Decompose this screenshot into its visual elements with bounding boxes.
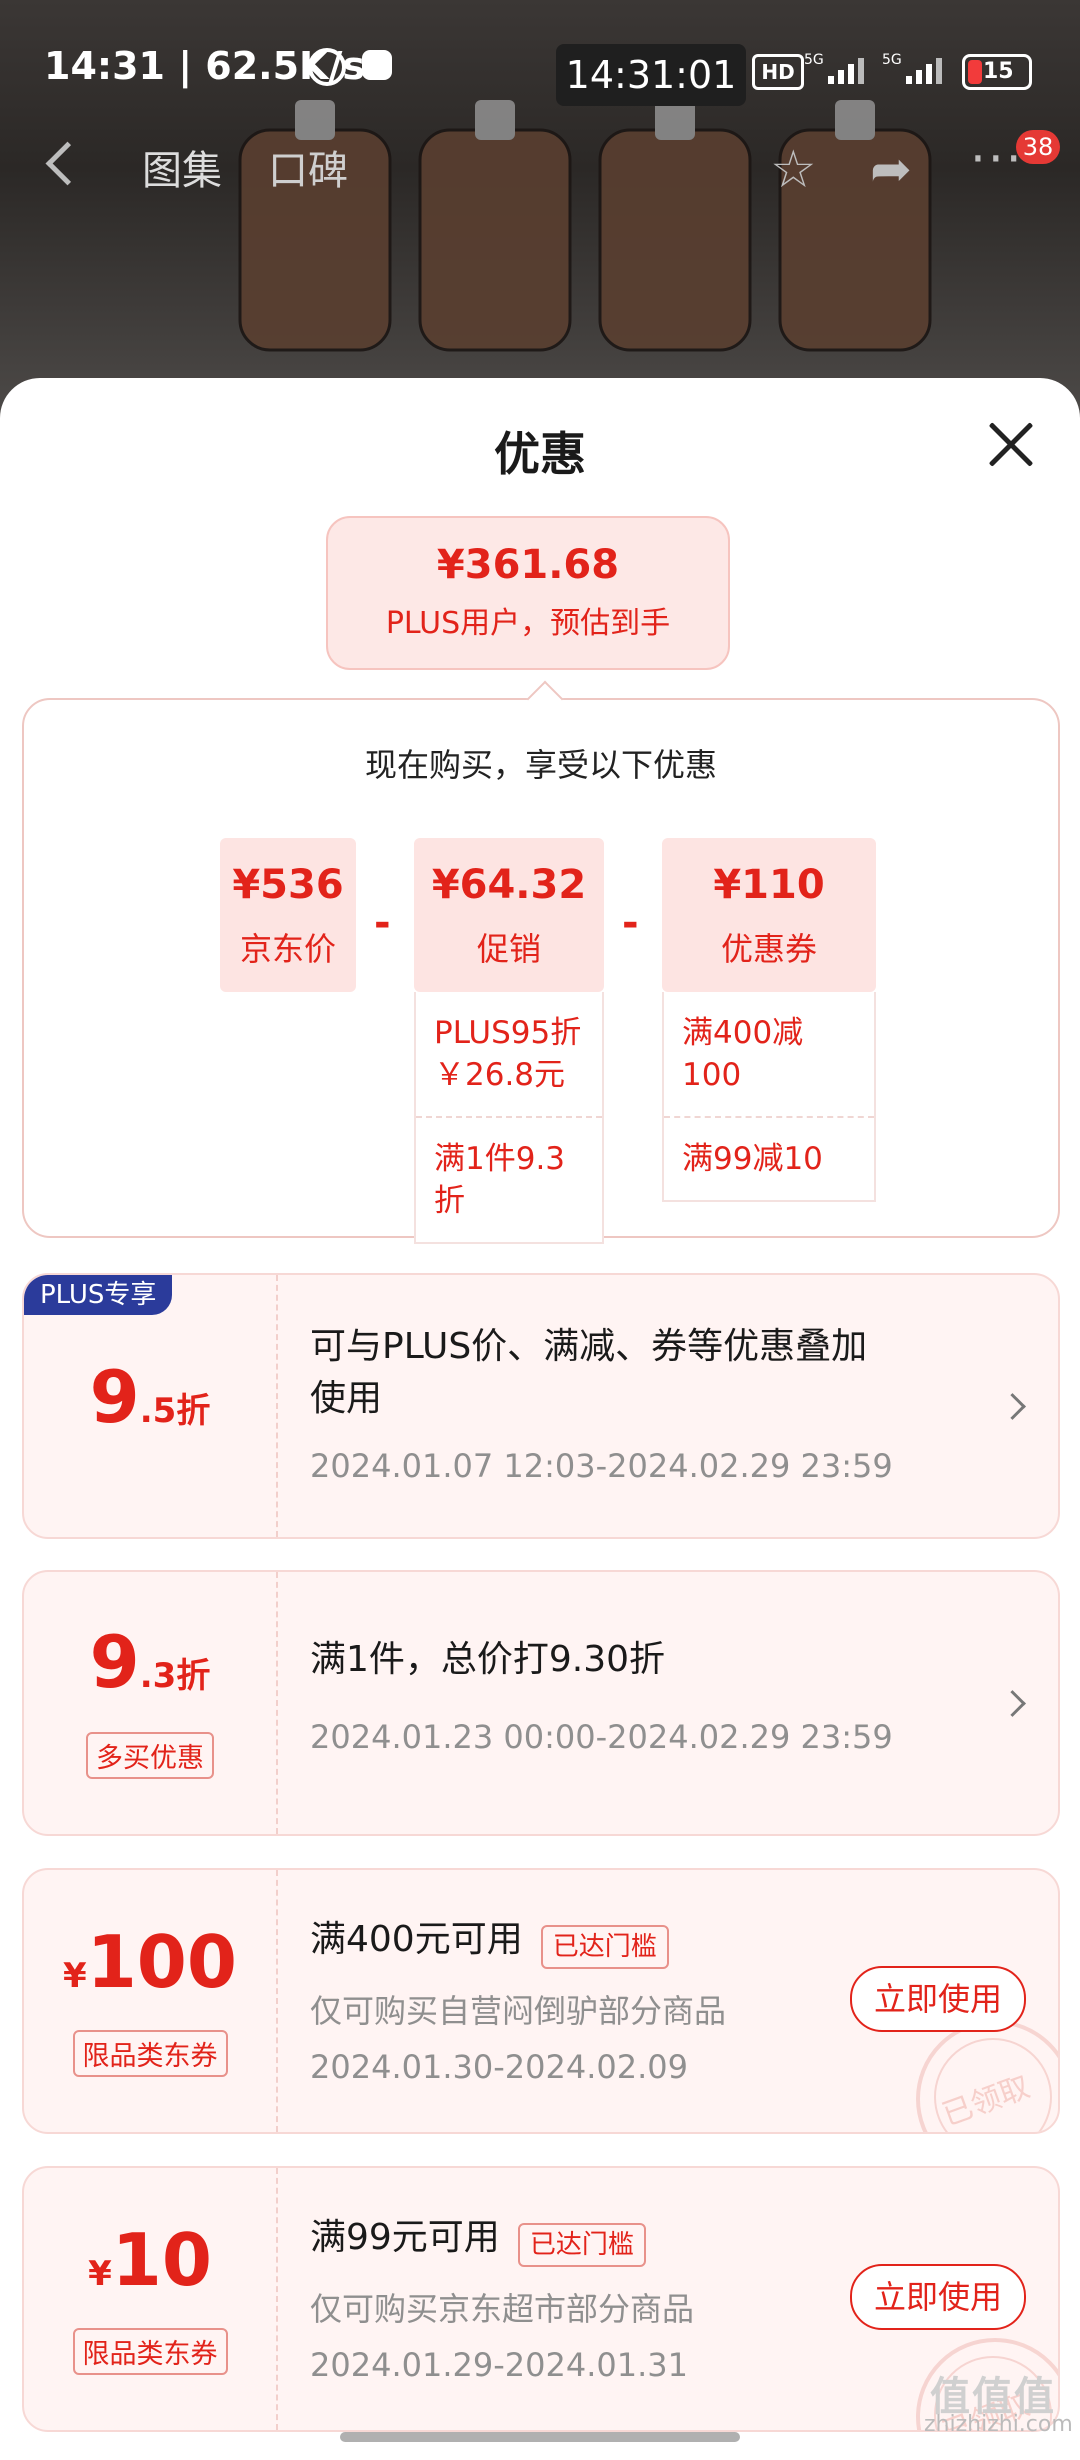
coupon-details: 满400减100 满99减10 [662, 992, 876, 1202]
estimated-price-label: PLUS用户，预估到手 [385, 606, 671, 641]
card-date: 2024.01.30-2024.02.09 [310, 2048, 688, 2086]
use-now-button[interactable]: 立即使用 [850, 1966, 1026, 2032]
battery-icon: 15 [962, 54, 1032, 90]
card-title: 满99元可用 [310, 2217, 500, 2258]
card-date: 2024.01.29-2024.01.31 [310, 2346, 688, 2384]
coupon-cell: ¥110 优惠券 [662, 838, 876, 992]
more-icon[interactable]: ··· [970, 130, 1024, 188]
message-badge: 38 [1016, 130, 1060, 164]
threshold-met-tag: 已达门槛 [517, 2222, 646, 2267]
coupon-amount: 100 [86, 1920, 237, 2004]
discount-number: 9 [89, 1620, 140, 1704]
bulk-discount-card[interactable]: 9.3折 多买优惠 满1件，总价打9.30折 2024.01.23 00:00-… [22, 1570, 1060, 1836]
share-icon[interactable]: ➦ [870, 140, 912, 198]
estimated-price-pill: ¥361.68 PLUS用户，预估到手 [326, 516, 730, 670]
coupon-detail-100: 满400减100 [682, 1015, 804, 1093]
coupon-type-tag: 限品类东券 [72, 2030, 228, 2077]
card-title: 满400元可用 [310, 1919, 523, 1960]
favorite-icon[interactable]: ☆ [770, 140, 817, 200]
use-now-button[interactable]: 立即使用 [850, 2264, 1026, 2330]
promotion-detail-plus: PLUS95折 ￥26.8元 [434, 1015, 582, 1093]
card-scope: 仅可购买京东超市部分商品 [310, 2290, 695, 2328]
card-date: 2024.01.23 00:00-2024.02.29 23:59 [310, 1718, 893, 1756]
threshold-met-tag: 已达门槛 [540, 1924, 669, 1969]
discount-number: 9 [89, 1355, 140, 1439]
claimed-stamp-text: 已领取 [937, 2069, 1035, 2134]
tab-reviews[interactable]: 口碑 [268, 138, 348, 196]
card-date: 2024.01.07 12:03-2024.02.29 23:59 [310, 1447, 893, 1485]
card-title: 可与PLUS价、满减、券等优惠叠加使用 [310, 1326, 868, 1419]
price-breakdown: 现在购买，享受以下优惠 ¥536 京东价 - ¥64.32 促销 - ¥110 … [22, 680, 1060, 1244]
alarm-icon [308, 48, 346, 86]
minus-sign: - [374, 900, 391, 946]
back-icon[interactable] [45, 141, 90, 186]
home-indicator[interactable] [340, 2432, 740, 2442]
promotion-value: ¥64.32 [431, 862, 587, 908]
jd-price-label: 京东价 [239, 930, 336, 968]
network-2-label: 5G [882, 52, 902, 68]
status-clock: 14:31:01 [556, 44, 746, 106]
card-title: 满1件，总价打9.30折 [310, 1639, 666, 1680]
promotion-label: 促销 [476, 930, 541, 968]
coupon-card-10: ¥10 限品类东券 满99元可用 已达门槛 仅可购买京东超市部分商品 2024.0… [22, 2166, 1060, 2432]
coupon-amount: 10 [111, 2218, 212, 2302]
estimated-price: ¥361.68 [436, 542, 620, 588]
breakdown-heading: 现在购买，享受以下优惠 [364, 746, 717, 784]
signal-icon: 5G [804, 52, 864, 84]
coupon-detail-10: 满99减10 [664, 1116, 874, 1200]
discount-suffix: .3折 [139, 1656, 211, 1696]
status-bar: 14:31 | 62.5K/s 14:31:01 HD 5G 5G 15 [0, 0, 1080, 130]
coupon-card-100: ¥100 限品类东券 满400元可用 已达门槛 仅可购买自营闷倒驴部分商品 202… [22, 1868, 1060, 2134]
promotion-detail-bulk: 满1件9.3折 [416, 1116, 602, 1242]
card-scope: 仅可购买自营闷倒驴部分商品 [310, 1992, 727, 2030]
promotion-cell: ¥64.32 促销 [414, 838, 604, 992]
discount-sheet: 优惠 ¥361.68 PLUS用户，预估到手 现在购买，享受以下优惠 ¥536 … [0, 378, 1080, 2460]
currency-symbol: ¥ [88, 2254, 112, 2294]
coupon-type-tag: 限品类东券 [72, 2328, 228, 2375]
battery-level: 15 [983, 59, 1014, 84]
app-notification-icon [362, 50, 392, 80]
watermark-url: zhizhizhi.com [924, 2412, 1073, 2437]
network-1-label: 5G [804, 52, 824, 68]
coupon-value: ¥110 [713, 862, 825, 908]
hd-icon: HD [752, 54, 804, 90]
plus-discount-card[interactable]: PLUS专享 9.5折 可与PLUS价、满减、券等优惠叠加使用 2024.01.… [22, 1273, 1060, 1539]
coupon-label: 优惠券 [720, 930, 817, 968]
currency-symbol: ¥ [63, 1956, 87, 1996]
close-icon[interactable] [986, 420, 1036, 470]
jd-price-cell: ¥536 京东价 [220, 838, 356, 992]
signal-icon-2: 5G [882, 52, 942, 84]
sheet-title: 优惠 [494, 427, 586, 481]
discount-suffix: .5折 [139, 1391, 211, 1431]
promotion-details: PLUS95折 ￥26.8元 满1件9.3折 [414, 992, 604, 1244]
tab-gallery[interactable]: 图集 [142, 138, 222, 196]
bulk-buy-tag: 多买优惠 [86, 1732, 214, 1779]
top-nav: 图集 口碑 ☆ ➦ ··· 38 [0, 130, 1080, 220]
minus-sign: - [622, 900, 639, 946]
jd-price-value: ¥536 [232, 862, 344, 908]
